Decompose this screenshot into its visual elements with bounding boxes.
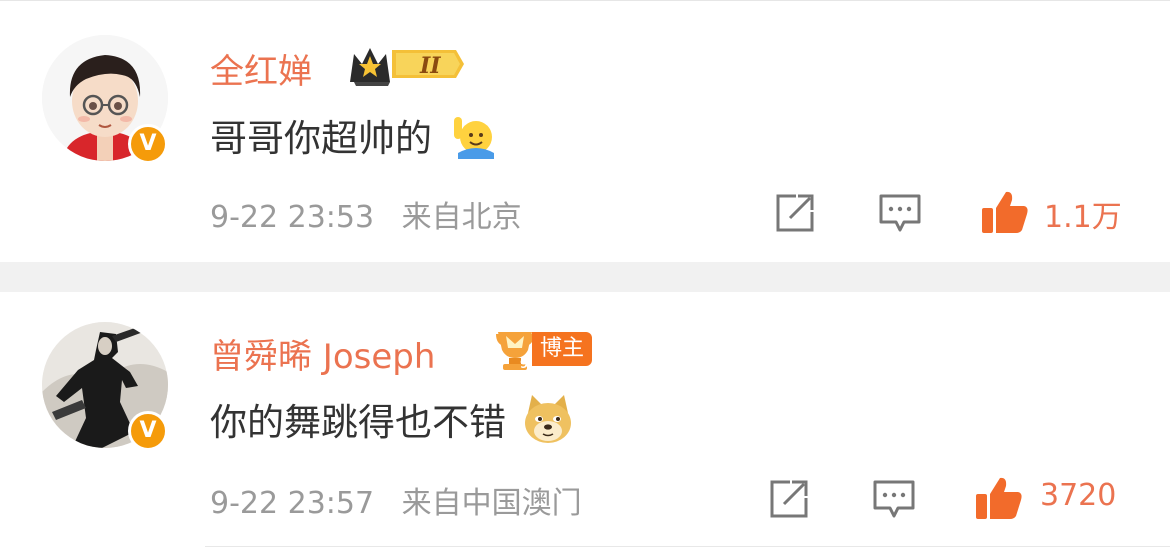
- comment-icon[interactable]: [872, 478, 916, 524]
- share-icon[interactable]: [768, 478, 810, 524]
- like-count: 3720: [1040, 478, 1117, 513]
- verified-badge: V: [128, 124, 168, 164]
- location: 来自北京: [401, 200, 522, 235]
- location: 来自中国澳门: [401, 486, 582, 521]
- blogger-tag[interactable]: 博主: [532, 332, 593, 366]
- username[interactable]: 全红婵: [210, 44, 312, 93]
- bottom-divider: [205, 546, 1170, 547]
- verified-badge: V: [128, 411, 168, 451]
- level-text: II: [419, 53, 441, 79]
- comment-icon[interactable]: [878, 192, 922, 238]
- comment-item: V 全红婵 II 哥哥你超帅的 9-22 23:53 来自北京 1.1万: [0, 0, 1170, 262]
- raising-hand-emoji: [453, 117, 494, 159]
- like-icon[interactable]: [980, 188, 1030, 240]
- comment-text: 哥哥你超帅的: [210, 108, 496, 162]
- svg-text:9: 9: [520, 357, 528, 371]
- section-separator: [0, 262, 1170, 292]
- like-count: 1.1万: [1044, 200, 1122, 235]
- timestamp: 9-22 23:53: [210, 200, 375, 235]
- comment-meta: 9-22 23:57 来自中国澳门: [210, 478, 582, 522]
- timestamp: 9-22 23:57: [210, 486, 375, 521]
- comment-text: 你的舞跳得也不错: [210, 392, 574, 446]
- comment-item: V 曾舜晞 Joseph 9 博主 你的舞跳得也不错 9-22 23:57 来自…: [0, 292, 1170, 549]
- doge-emoji: [524, 395, 571, 443]
- crown-level-icon[interactable]: II: [348, 42, 466, 90]
- like-icon[interactable]: [974, 474, 1024, 526]
- comment-meta: 9-22 23:53 来自北京: [210, 192, 522, 236]
- share-icon[interactable]: [774, 192, 816, 238]
- username[interactable]: 曾舜晞 Joseph: [210, 329, 435, 378]
